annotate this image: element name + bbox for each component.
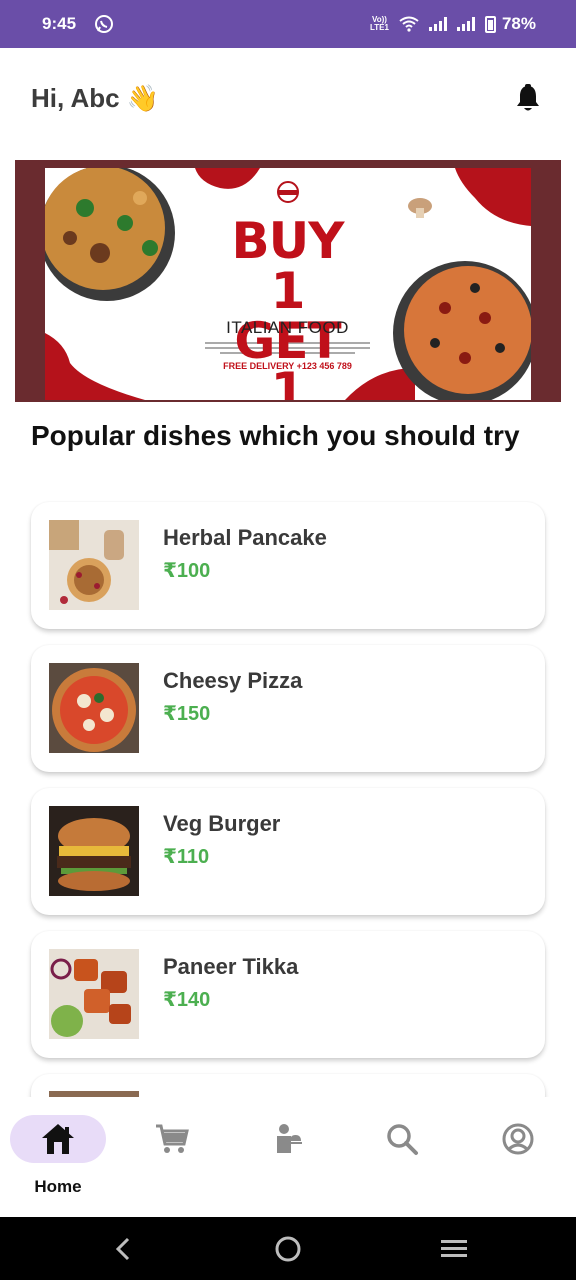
waiter-icon — [277, 1124, 302, 1153]
back-icon[interactable] — [112, 1237, 134, 1261]
section-title: Popular dishes which you should try — [31, 420, 520, 451]
notification-bell-icon[interactable] — [512, 82, 544, 114]
dish-price: ₹150 — [163, 703, 211, 725]
dish-image-veg-burger — [49, 806, 139, 896]
banner-delivery-text: FREE DELIVERY +123 456 789 — [223, 361, 352, 371]
dish-name: Veg Burger — [163, 811, 281, 836]
dish-card-paneer-tikka[interactable]: Paneer Tikka ₹140 — [31, 931, 545, 1058]
dish-image-herbal-pancake — [49, 520, 139, 610]
banner-headline: BUY 1 GET 1 — [231, 212, 345, 400]
banner-subheadline: ITALIAN FOOD — [226, 318, 349, 337]
bottom-navigation: Home — [0, 1097, 576, 1217]
signal-icon-2 — [456, 17, 475, 31]
status-time: 9:45 — [42, 14, 77, 33]
dish-name: Cheesy Pizza — [163, 668, 303, 693]
home-icon — [42, 1124, 74, 1154]
status-bar: 9:45 Vo)) LTE1 78% — [0, 0, 576, 48]
nav-profile[interactable] — [470, 1115, 566, 1163]
network-type-indicator: Vo)) LTE1 — [370, 15, 389, 32]
wifi-icon — [399, 16, 419, 32]
dish-name: Paneer Tikka — [163, 954, 299, 979]
cart-icon — [156, 1124, 189, 1153]
profile-icon — [502, 1123, 534, 1155]
search-icon — [387, 1124, 418, 1155]
nav-search[interactable] — [354, 1115, 450, 1163]
battery-icon — [484, 15, 496, 33]
whatsapp-icon — [95, 15, 114, 33]
dish-price: ₹100 — [163, 560, 211, 582]
dish-image-cheesy-pizza — [49, 663, 139, 753]
promo-banner-image: BUY 1 GET 1 ITALIAN FOOD FREE DELIVERY +… — [45, 168, 531, 400]
battery-level: 78% — [501, 14, 536, 33]
nav-home-label: Home — [34, 1177, 82, 1196]
app-header: Hi, Abc 👋 — [0, 48, 576, 148]
nav-home[interactable] — [10, 1115, 106, 1163]
promo-banner[interactable]: BUY 1 GET 1 ITALIAN FOOD FREE DELIVERY +… — [15, 160, 561, 402]
dish-price: ₹140 — [163, 989, 211, 1011]
dish-image-paneer-tikka — [49, 949, 139, 1039]
greeting-text: Hi, Abc 👋 — [31, 82, 160, 113]
signal-icon — [428, 17, 447, 31]
dish-list: Herbal Pancake ₹100 Cheesy Pizza ₹150 Ve… — [31, 502, 545, 1130]
dish-price: ₹110 — [163, 846, 210, 868]
dish-card-veg-burger[interactable]: Veg Burger ₹110 — [31, 788, 545, 915]
recent-apps-icon[interactable] — [441, 1238, 467, 1260]
dish-name: Herbal Pancake — [163, 525, 327, 550]
nav-orders[interactable] — [240, 1115, 336, 1163]
nav-cart[interactable] — [124, 1115, 220, 1163]
system-navigation-bar — [0, 1217, 576, 1280]
dish-card-cheesy-pizza[interactable]: Cheesy Pizza ₹150 — [31, 645, 545, 772]
home-circle-icon[interactable] — [275, 1236, 301, 1262]
dish-card-herbal-pancake[interactable]: Herbal Pancake ₹100 — [31, 502, 545, 629]
